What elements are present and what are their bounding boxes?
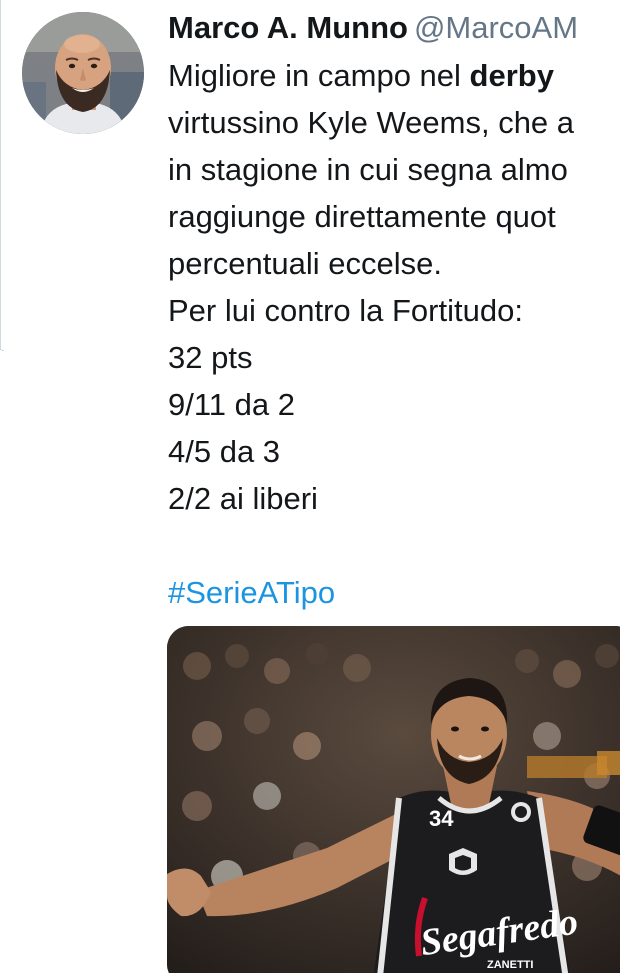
- tweet-line-6: Per lui contro la Fortitudo:: [168, 293, 523, 328]
- tweet-line-3: in stagione in cui segna almo: [168, 152, 568, 187]
- stat-three-pointers: 4/5 da 3: [168, 434, 281, 469]
- stat-points: 32 pts: [168, 340, 253, 375]
- tweet-page: Marco A. Munno @MarcoAM Migliore in campo…: [0, 0, 620, 973]
- sponsor-sub-text: ZANETTI: [487, 959, 533, 971]
- thread-line: [0, 0, 1, 350]
- tweet-line-1: Migliore in campo nel derby: [168, 52, 620, 99]
- thread-line-cap: [0, 338, 4, 351]
- tweet-line-5: percentuali eccelse.: [168, 246, 442, 281]
- author-handle[interactable]: @MarcoAM: [414, 10, 578, 45]
- tweet-header: Marco A. Munno @MarcoAM: [168, 8, 578, 48]
- avatar-photo-icon: [22, 12, 144, 134]
- tweet-line-2: virtussino Kyle Weems, che a: [168, 105, 575, 140]
- hashtag-link[interactable]: #SerieATipo: [168, 569, 620, 616]
- avatar[interactable]: [22, 12, 144, 134]
- stat-two-pointers: 9/11 da 2: [168, 387, 295, 422]
- tweet-line-1-prefix: Migliore in campo nel: [168, 58, 470, 93]
- stat-free-throws: 2/2 ai liberi: [168, 481, 318, 516]
- tweet-text: Migliore in campo nel derby virtussino K…: [168, 52, 620, 616]
- tweet-media[interactable]: 34 Segafredo ZANETTI: [167, 626, 620, 973]
- basketball-player-photo-icon: 34 Segafredo ZANETTI: [167, 626, 620, 973]
- jersey-number: 34: [429, 806, 454, 831]
- tweet-bold-word: derby: [469, 58, 554, 93]
- tweet-line-4: raggiunge direttamente quot: [168, 199, 556, 234]
- author-name[interactable]: Marco A. Munno: [168, 10, 408, 45]
